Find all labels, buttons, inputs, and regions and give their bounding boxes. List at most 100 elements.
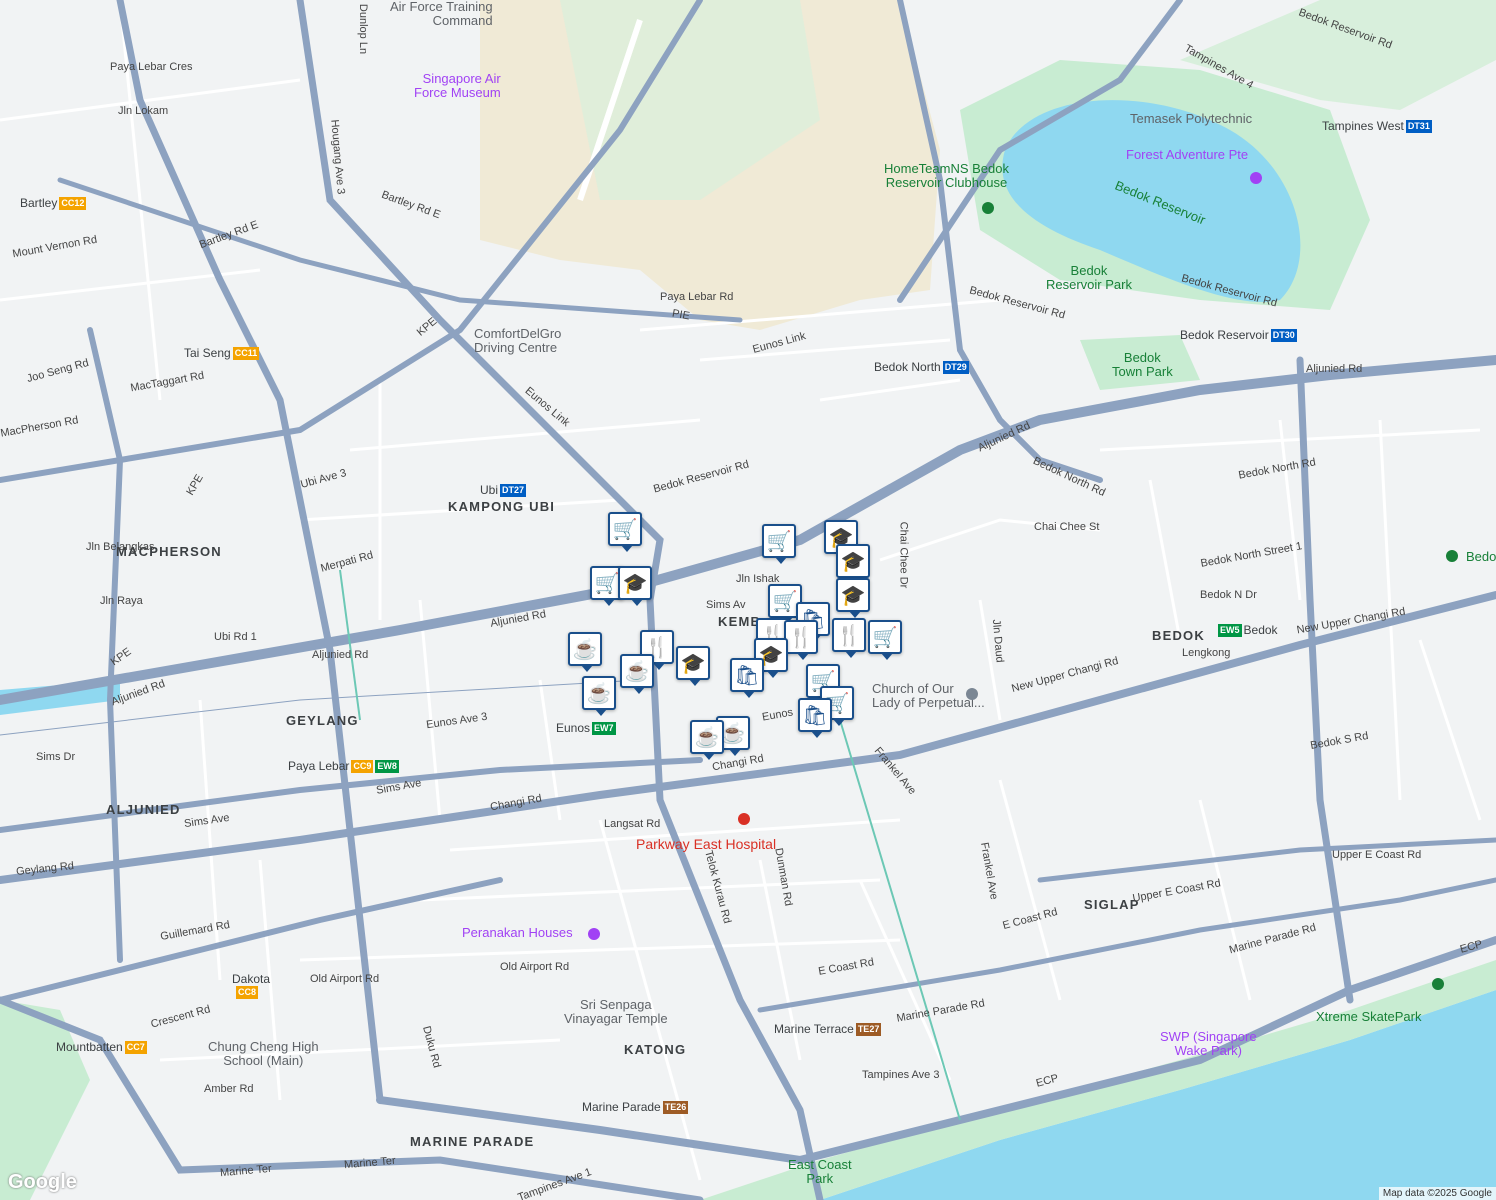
- station-eunos[interactable]: Eunos EW7: [556, 721, 616, 735]
- area-siglap: SIGLAP: [1084, 897, 1140, 912]
- poi-temasek[interactable]: Temasek Polytechnic: [1130, 112, 1252, 126]
- graduation-cap-icon: 🎓: [680, 652, 706, 675]
- poi-swp[interactable]: SWP (Singapore Wake Park): [1160, 1030, 1257, 1058]
- road-langsat: Langsat Rd: [604, 818, 661, 830]
- road-chai-chee-st: Chai Chee St: [1034, 521, 1100, 533]
- road-jln-selamat: Chai Chee Dr: [897, 521, 910, 589]
- poi-peranakan[interactable]: Peranakan Houses: [462, 926, 573, 940]
- cart-icon: 🛒: [772, 590, 798, 613]
- coffee-cup-icon: ☕: [586, 682, 612, 705]
- road-upper-e-coast: Upper E Coast Rd: [1332, 849, 1422, 861]
- map-canvas[interactable]: KAMPONG UBI MACPHERSON GEYLANG ALJUNIED …: [0, 0, 1496, 1200]
- map-attribution[interactable]: Map data ©2025 Google: [1378, 1187, 1496, 1200]
- marker-cafe[interactable]: ☕: [620, 654, 654, 694]
- marker-cafe[interactable]: ☕: [690, 720, 724, 760]
- area-kampong-ubi: KAMPONG UBI: [448, 499, 556, 514]
- cart-icon: 🛒: [766, 530, 792, 553]
- poi-temple[interactable]: Sri Senpaga Vinayagar Temple: [564, 998, 668, 1026]
- marker-restaurant[interactable]: 🍴: [832, 618, 866, 658]
- poi-xtreme[interactable]: Xtreme SkatePark: [1316, 1010, 1422, 1024]
- peranakan-icon[interactable]: [588, 926, 602, 940]
- poi-chung-cheng[interactable]: Chung Cheng High School (Main): [208, 1040, 319, 1068]
- shopping-bag-icon: 🛍: [802, 704, 828, 727]
- fork-knife-icon: 🍴: [836, 624, 862, 647]
- road-dunman-2: Old Airport Rd: [310, 973, 380, 985]
- station-dakota-code: CC8: [236, 986, 259, 999]
- road-bartley-rd-e-label: Paya Lebar Rd: [660, 291, 734, 303]
- station-marine-terrace[interactable]: Marine Terrace TE27: [774, 1022, 882, 1036]
- poi-af-museum[interactable]: Singapore Air Force Museum: [414, 72, 501, 100]
- area-kemb: KEMB: [718, 614, 762, 629]
- cart-icon: 🛒: [594, 572, 620, 595]
- fork-knife-icon: 🍴: [788, 626, 814, 649]
- station-ubi[interactable]: Ubi DT27: [480, 483, 527, 497]
- map-base: [0, 0, 1496, 1200]
- area-bedok: BEDOK: [1152, 628, 1205, 643]
- marker-cafe[interactable]: ☕: [568, 632, 602, 672]
- station-mountbatten[interactable]: Mountbatten CC7: [56, 1040, 147, 1054]
- station-bedok[interactable]: EW5 Bedok: [1218, 623, 1278, 637]
- road-sims-dr: Sims Dr: [36, 751, 76, 763]
- graduation-cap-icon: 🎓: [840, 584, 866, 607]
- graduation-cap-icon: 🎓: [840, 550, 866, 573]
- hospital-icon[interactable]: [738, 811, 752, 825]
- marker-school[interactable]: 🎓: [836, 578, 870, 618]
- road-bartley-rd-e-3: PIE: [671, 307, 691, 323]
- coffee-cup-icon: ☕: [572, 638, 598, 661]
- google-logo: Google: [8, 1171, 77, 1193]
- poi-air-force-training[interactable]: Air Force Training Command: [390, 0, 493, 28]
- area-aljunied: ALJUNIED: [106, 802, 181, 817]
- xtreme-icon[interactable]: [1432, 976, 1446, 990]
- graduation-cap-icon: 🎓: [622, 572, 648, 595]
- poi-parkway[interactable]: Parkway East Hospital: [636, 837, 776, 851]
- forest-icon[interactable]: [1250, 170, 1264, 184]
- station-dakota[interactable]: Dakota: [232, 972, 270, 986]
- poi-comfort[interactable]: ComfortDelGro Driving Centre: [474, 327, 561, 355]
- station-tampines-west[interactable]: Tampines West DT31: [1322, 119, 1432, 133]
- station-marine-parade[interactable]: Marine Parade TE26: [582, 1100, 689, 1114]
- church-icon[interactable]: [966, 686, 980, 700]
- station-tai-seng[interactable]: Tai Seng CC11: [184, 346, 260, 360]
- road-merpati: Jln Belangkas: [86, 541, 155, 553]
- road-paya-lebar-cres: Paya Lebar Cres: [110, 61, 193, 73]
- road-pie-2: Aljunied Rd: [312, 649, 369, 661]
- station-paya-lebar[interactable]: Paya Lebar CC9 EW8: [288, 759, 399, 773]
- shopping-bag-icon: 🛍: [734, 664, 760, 687]
- park-icon[interactable]: [1446, 548, 1460, 562]
- marker-cafe[interactable]: ☕: [582, 676, 616, 716]
- poi-east-coast-park[interactable]: East Coast Park: [788, 1158, 852, 1186]
- marker-shopping[interactable]: 🛍: [730, 658, 764, 698]
- marker-supermarket[interactable]: 🛒: [608, 512, 642, 552]
- area-geylang: GEYLANG: [286, 713, 359, 728]
- road-marine-ter: Tampines Ave 3: [862, 1069, 940, 1081]
- road-pipit: Ubi Rd 1: [214, 631, 257, 643]
- marker-shopping[interactable]: 🛍: [798, 698, 832, 738]
- marker-school[interactable]: 🎓: [836, 544, 870, 584]
- cart-icon: 🛒: [872, 626, 898, 649]
- station-bartley[interactable]: Bartley CC12: [20, 196, 87, 210]
- road-pie-3: Aljunied Rd: [1306, 363, 1363, 375]
- poi-bedok-res-park[interactable]: Bedok Reservoir Park: [1046, 264, 1132, 292]
- poi-bedok-town-park[interactable]: Bedok Town Park: [1112, 351, 1173, 379]
- marker-supermarket[interactable]: 🛒: [762, 524, 796, 564]
- coffee-cup-icon: ☕: [694, 726, 720, 749]
- poi-hometeam[interactable]: HomeTeamNS Bedok Reservoir Clubhouse: [884, 162, 1009, 190]
- marker-school[interactable]: 🎓: [618, 566, 652, 606]
- poi-forest[interactable]: Forest Adventure Pte: [1126, 148, 1248, 162]
- road-mattar: Jln Raya: [100, 595, 143, 607]
- station-bedok-reservoir[interactable]: Bedok Reservoir DT30: [1180, 328, 1297, 342]
- marker-restaurant[interactable]: 🍴: [784, 620, 818, 660]
- marker-supermarket[interactable]: 🛒: [868, 620, 902, 660]
- road-dunman: Old Airport Rd: [500, 961, 570, 973]
- road-jln-ishak: Sims Av: [706, 599, 746, 611]
- road-goodman: Amber Rd: [204, 1083, 254, 1095]
- cart-icon: 🛒: [612, 518, 638, 541]
- station-bedok-north[interactable]: Bedok North DT29: [874, 360, 969, 374]
- coffee-cup-icon: ☕: [720, 722, 746, 745]
- area-katong: KATONG: [624, 1042, 687, 1057]
- road-jln-lokam: Jln Lokam: [118, 105, 169, 117]
- club-icon[interactable]: [982, 200, 996, 214]
- poi-bedok-right[interactable]: Bedo: [1466, 550, 1496, 564]
- road-dunlop: Dunlop Ln: [357, 3, 370, 55]
- marker-school[interactable]: 🎓: [676, 646, 710, 686]
